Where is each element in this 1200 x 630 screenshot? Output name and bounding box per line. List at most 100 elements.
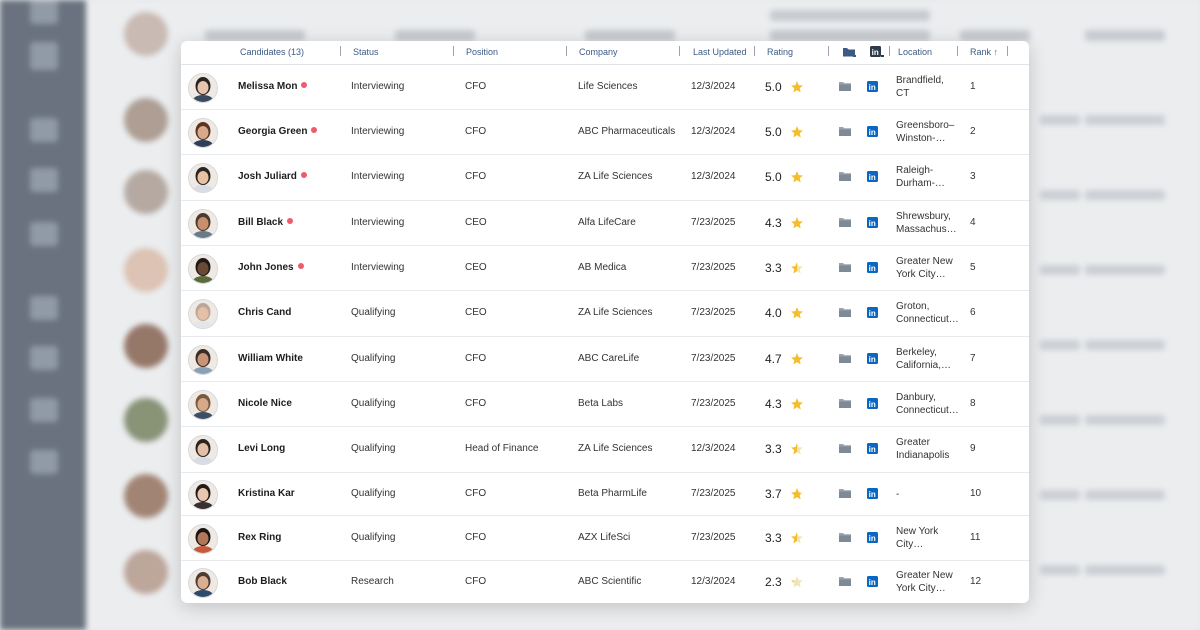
candidate-name[interactable]: John Jones — [238, 262, 304, 273]
avatar[interactable] — [188, 117, 218, 148]
column-resize-handle[interactable] — [754, 46, 755, 56]
star-icon[interactable] — [790, 575, 804, 592]
column-header-last-updated[interactable]: Last Updated — [693, 47, 747, 57]
column-resize-handle[interactable] — [679, 46, 680, 56]
table-row[interactable]: Kristina Kar Qualifying CFO Beta PharmLi… — [181, 472, 1029, 516]
column-header-position[interactable]: Position — [466, 47, 498, 57]
folder-icon[interactable] — [839, 532, 851, 545]
column-header-candidates[interactable]: Candidates (13) — [240, 47, 304, 57]
folder-icon[interactable] — [839, 398, 851, 411]
star-icon[interactable] — [790, 216, 804, 233]
avatar[interactable] — [188, 567, 218, 598]
star-icon[interactable] — [790, 352, 804, 369]
linkedin-icon[interactable]: in — [867, 443, 878, 457]
star-icon[interactable] — [790, 261, 804, 278]
column-header-rating[interactable]: Rating — [767, 47, 793, 57]
table-row[interactable]: Bob Black Research CFO ABC Scientific 12… — [181, 560, 1029, 603]
table-row[interactable]: Nicole Nice Qualifying CFO Beta Labs 7/2… — [181, 381, 1029, 427]
folder-icon[interactable] — [839, 353, 851, 366]
linkedin-icon[interactable]: in — [867, 80, 878, 95]
avatar[interactable] — [188, 435, 218, 465]
column-resize-handle[interactable] — [566, 46, 567, 56]
star-icon[interactable] — [790, 306, 804, 323]
column-resize-handle[interactable] — [889, 46, 890, 56]
folder-icon[interactable] — [839, 262, 851, 275]
star-icon[interactable] — [790, 442, 804, 459]
candidate-name[interactable]: Melissa Mon — [238, 81, 308, 92]
star-icon[interactable] — [790, 531, 804, 548]
location-text: New York City… — [896, 525, 960, 551]
star-icon[interactable] — [790, 487, 804, 504]
avatar[interactable] — [188, 163, 218, 193]
linkedin-column-icon[interactable]: in — [870, 46, 884, 60]
avatar[interactable] — [188, 389, 218, 420]
svg-text:in: in — [869, 578, 876, 587]
candidate-name[interactable]: Georgia Green — [238, 126, 318, 137]
column-resize-handle[interactable] — [1007, 46, 1008, 56]
svg-text:in: in — [869, 490, 876, 499]
table-row[interactable]: Chris Cand Qualifying CEO ZA Life Scienc… — [181, 290, 1029, 337]
avatar[interactable] — [188, 72, 218, 103]
avatar[interactable] — [188, 208, 218, 239]
folder-icon[interactable] — [839, 171, 851, 184]
candidate-name[interactable]: Bill Black — [238, 217, 294, 228]
linkedin-icon[interactable]: in — [867, 397, 878, 412]
position-text: CFO — [465, 575, 487, 587]
avatar[interactable] — [188, 253, 218, 284]
star-icon[interactable] — [790, 397, 804, 414]
table-row[interactable]: Bill Black Interviewing CEO Alfa LifeCar… — [181, 200, 1029, 246]
linkedin-icon[interactable]: in — [867, 487, 878, 502]
svg-text:in: in — [869, 309, 876, 318]
candidate-name[interactable]: Levi Long — [238, 443, 285, 454]
candidate-name[interactable]: William White — [238, 353, 303, 364]
table-row[interactable]: Rex Ring Qualifying CFO AZX LifeSci 7/23… — [181, 515, 1029, 561]
linkedin-icon[interactable]: in — [867, 171, 878, 185]
candidate-name-text: Bob Black — [238, 575, 287, 587]
column-header-company[interactable]: Company — [579, 47, 618, 57]
column-resize-handle[interactable] — [340, 46, 341, 56]
column-resize-handle[interactable] — [957, 46, 958, 56]
candidate-name[interactable]: Nicole Nice — [238, 398, 292, 409]
table-row[interactable]: William White Qualifying CFO ABC CareLif… — [181, 336, 1029, 382]
avatar[interactable] — [188, 299, 218, 329]
arrow-up-icon[interactable]: ↑ — [994, 47, 999, 57]
linkedin-icon[interactable]: in — [867, 216, 878, 231]
linkedin-icon[interactable]: in — [867, 575, 878, 590]
candidate-name[interactable]: Bob Black — [238, 576, 287, 587]
avatar[interactable] — [188, 479, 218, 510]
folder-icon[interactable] — [839, 488, 851, 501]
table-row[interactable]: Melissa Mon Interviewing CFO Life Scienc… — [181, 64, 1029, 110]
candidate-name[interactable]: Josh Juliard — [238, 171, 307, 182]
folder-icon[interactable] — [839, 443, 851, 456]
folder-icon[interactable] — [839, 217, 851, 230]
column-header-location[interactable]: Location — [898, 47, 932, 57]
star-icon[interactable] — [790, 170, 804, 187]
linkedin-icon[interactable]: in — [867, 261, 878, 276]
rating-value: 4.3 — [765, 215, 782, 230]
rating-value: 5.0 — [765, 124, 782, 139]
linkedin-icon[interactable]: in — [867, 531, 878, 546]
linkedin-icon[interactable]: in — [867, 352, 878, 367]
candidate-name[interactable]: Rex Ring — [238, 532, 281, 543]
column-resize-handle[interactable] — [828, 46, 829, 56]
folder-icon[interactable] — [839, 81, 851, 94]
column-resize-handle[interactable] — [453, 46, 454, 56]
star-icon[interactable] — [790, 80, 804, 97]
column-header-rank[interactable]: Rank ↑ — [970, 47, 998, 57]
table-row[interactable]: Josh Juliard Interviewing CFO ZA Life Sc… — [181, 154, 1029, 201]
folder-column-icon[interactable] — [842, 46, 856, 60]
linkedin-icon[interactable]: in — [867, 125, 878, 140]
folder-icon[interactable] — [839, 126, 851, 139]
avatar[interactable] — [188, 523, 218, 554]
avatar[interactable] — [188, 344, 218, 375]
table-row[interactable]: John Jones Interviewing CEO AB Medica 7/… — [181, 245, 1029, 291]
folder-icon[interactable] — [839, 576, 851, 589]
table-row[interactable]: Georgia Green Interviewing CFO ABC Pharm… — [181, 109, 1029, 155]
star-icon[interactable] — [790, 125, 804, 142]
candidate-name[interactable]: Chris Cand — [238, 307, 291, 318]
linkedin-icon[interactable]: in — [867, 307, 878, 321]
column-header-status[interactable]: Status — [353, 47, 379, 57]
table-row[interactable]: Levi Long Qualifying Head of Finance ZA … — [181, 426, 1029, 473]
folder-icon[interactable] — [839, 307, 851, 320]
candidate-name[interactable]: Kristina Kar — [238, 488, 295, 499]
